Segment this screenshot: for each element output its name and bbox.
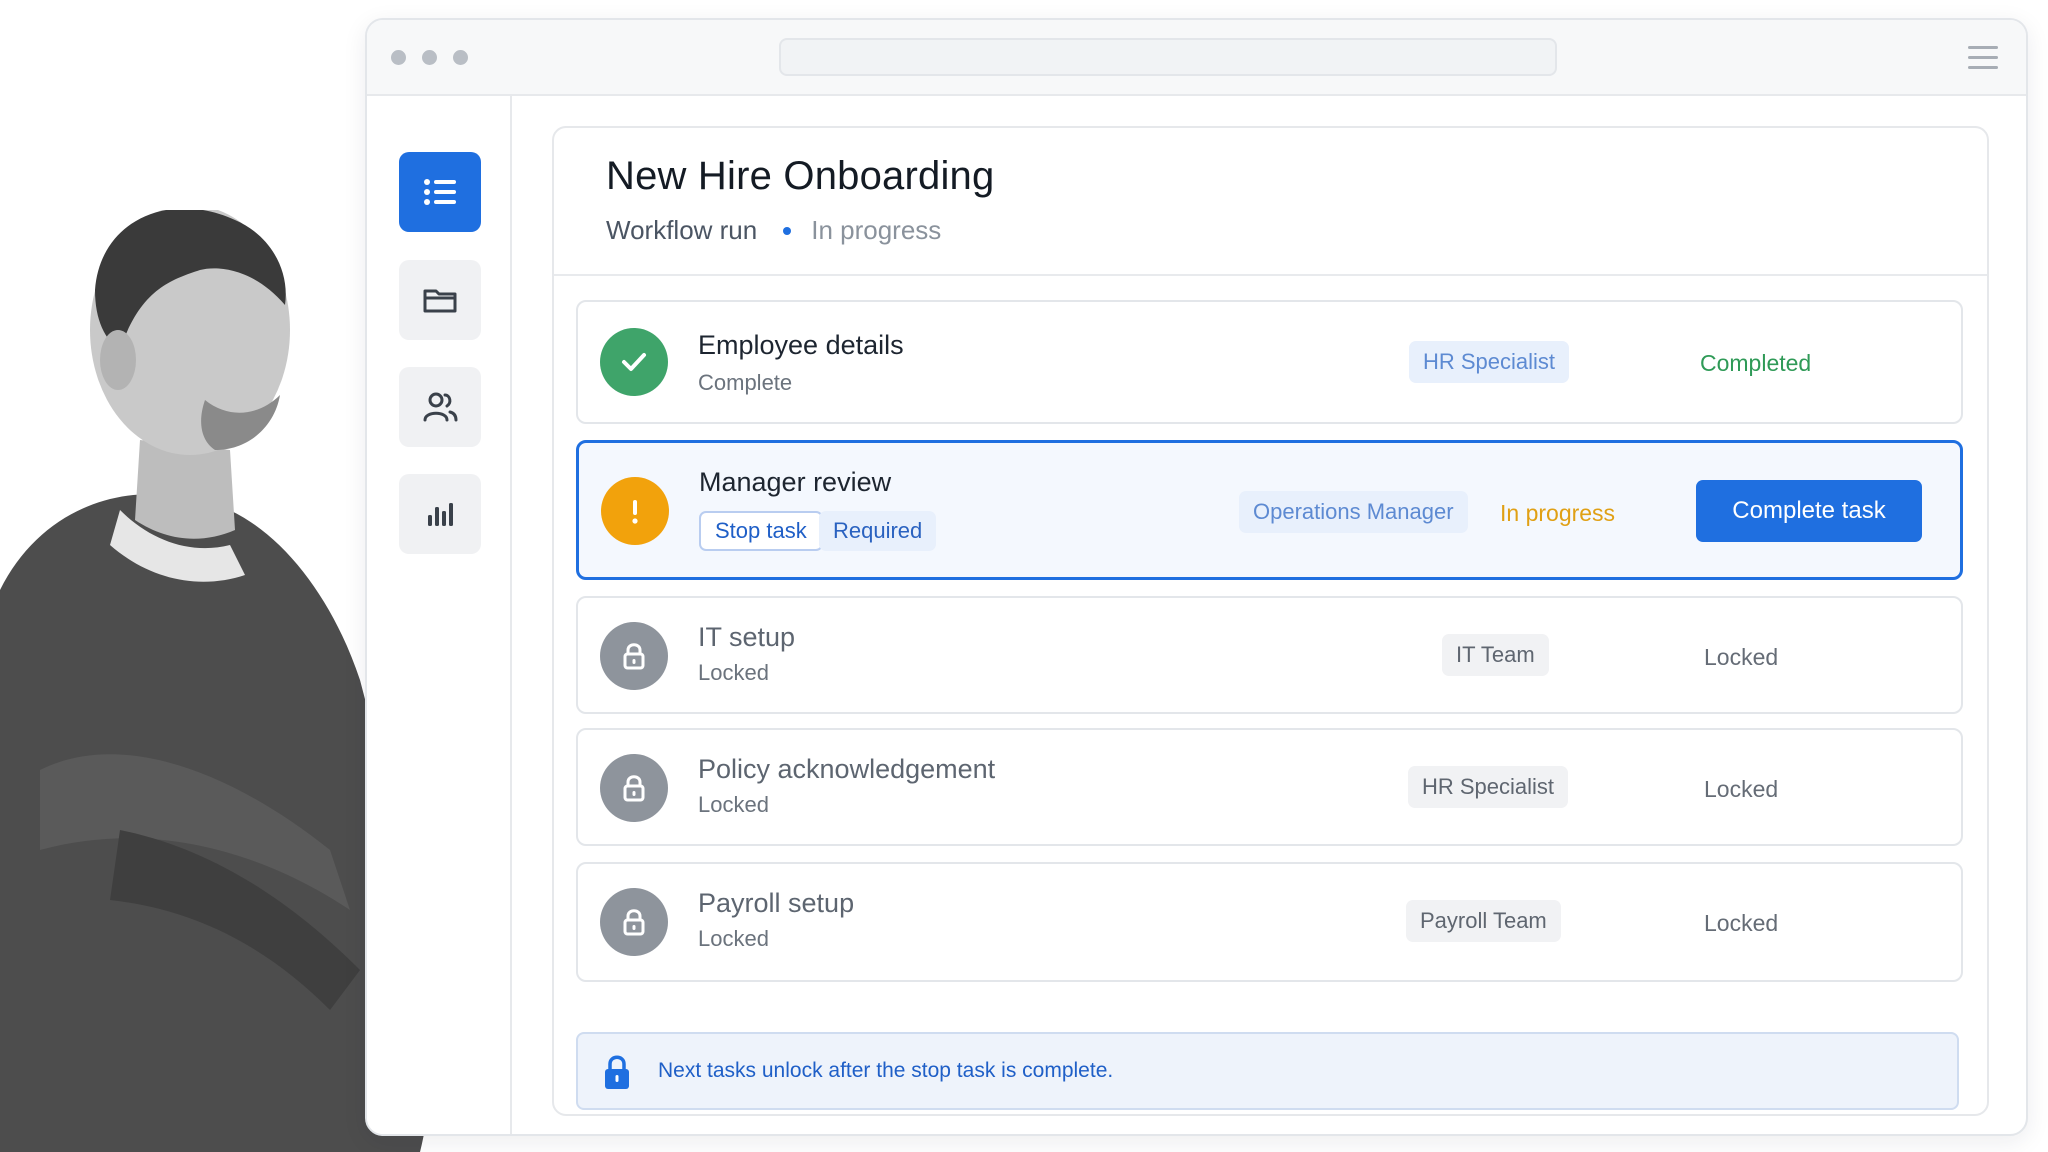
task-status: Locked <box>1704 644 1779 670</box>
sidebar-item-people[interactable] <box>399 367 481 447</box>
notice-text: Next tasks unlock after the stop task is… <box>658 1059 1114 1082</box>
window-dot-maximize[interactable] <box>453 50 468 65</box>
warning-icon <box>601 477 669 545</box>
assignee-badge: Operations Manager <box>1239 491 1468 533</box>
hamburger-menu-icon[interactable] <box>1968 46 1998 70</box>
task-status: Locked <box>1704 910 1779 936</box>
lock-icon <box>600 754 668 822</box>
task-subtitle: Locked <box>698 792 769 817</box>
lock-icon <box>600 622 668 690</box>
workflow-subtitle: Workflow run In progress <box>606 215 1987 246</box>
task-subtitle: Locked <box>698 926 769 951</box>
task-row-policy-acknowledgement[interactable]: Policy acknowledgement Locked HR Special… <box>576 728 1963 846</box>
page-title: New Hire Onboarding <box>606 154 995 198</box>
task-title: IT setup <box>698 622 796 652</box>
address-bar[interactable] <box>779 38 1557 76</box>
status-dot-icon <box>783 226 792 235</box>
assignee-badge: HR Specialist <box>1408 766 1569 808</box>
task-row-it-setup[interactable]: IT setup Locked IT Team Locked <box>576 596 1963 714</box>
task-subtitle: Locked <box>698 660 769 685</box>
list-icon <box>424 179 456 205</box>
workflow-type: Workflow run <box>606 215 758 245</box>
task-row-manager-review[interactable]: Manager review Stop task Required Operat… <box>576 440 1963 580</box>
task-title: Policy acknowledgement <box>698 754 996 784</box>
lock-icon <box>605 1055 629 1089</box>
lock-icon <box>600 888 668 956</box>
assignee-badge: Payroll Team <box>1406 900 1561 942</box>
complete-task-button[interactable]: Complete task <box>1696 480 1922 542</box>
task-status: In progress <box>1500 500 1616 526</box>
bar-chart-icon <box>428 503 453 526</box>
sidebar-item-reports[interactable] <box>399 474 481 554</box>
assignee-badge: IT Team <box>1442 634 1549 676</box>
unlock-notice: Next tasks unlock after the stop task is… <box>576 1032 1959 1110</box>
sidebar-item-tasks[interactable] <box>399 152 481 232</box>
task-title: Payroll setup <box>698 888 855 918</box>
workflow-panel: New Hire Onboarding Workflow run In prog… <box>552 126 1989 1116</box>
window-controls <box>391 50 468 65</box>
users-icon <box>423 392 458 422</box>
folder-icon <box>423 289 457 313</box>
sidebar <box>367 96 512 1134</box>
task-subtitle: Complete <box>698 370 793 395</box>
workflow-header: New Hire Onboarding Workflow run In prog… <box>554 128 1987 276</box>
check-icon <box>600 328 668 396</box>
assignee-badge: HR Specialist <box>1409 341 1570 383</box>
title-bar <box>367 20 2026 96</box>
stop-task-badge: Stop task <box>699 511 823 551</box>
window-dot-minimize[interactable] <box>422 50 437 65</box>
task-status: Completed <box>1700 350 1812 376</box>
browser-window: New Hire Onboarding Workflow run In prog… <box>365 18 2028 1136</box>
window-dot-close[interactable] <box>391 50 406 65</box>
task-row-payroll-setup[interactable]: Payroll setup Locked Payroll Team Locked <box>576 862 1963 982</box>
task-row-employee-details[interactable]: Employee details Complete HR Specialist … <box>576 300 1963 424</box>
task-title: Manager review <box>699 467 892 497</box>
required-badge: Required <box>819 511 937 551</box>
sidebar-item-files[interactable] <box>399 260 481 340</box>
workflow-status: In progress <box>811 215 942 245</box>
task-status: Locked <box>1704 776 1779 802</box>
task-title: Employee details <box>698 330 904 360</box>
